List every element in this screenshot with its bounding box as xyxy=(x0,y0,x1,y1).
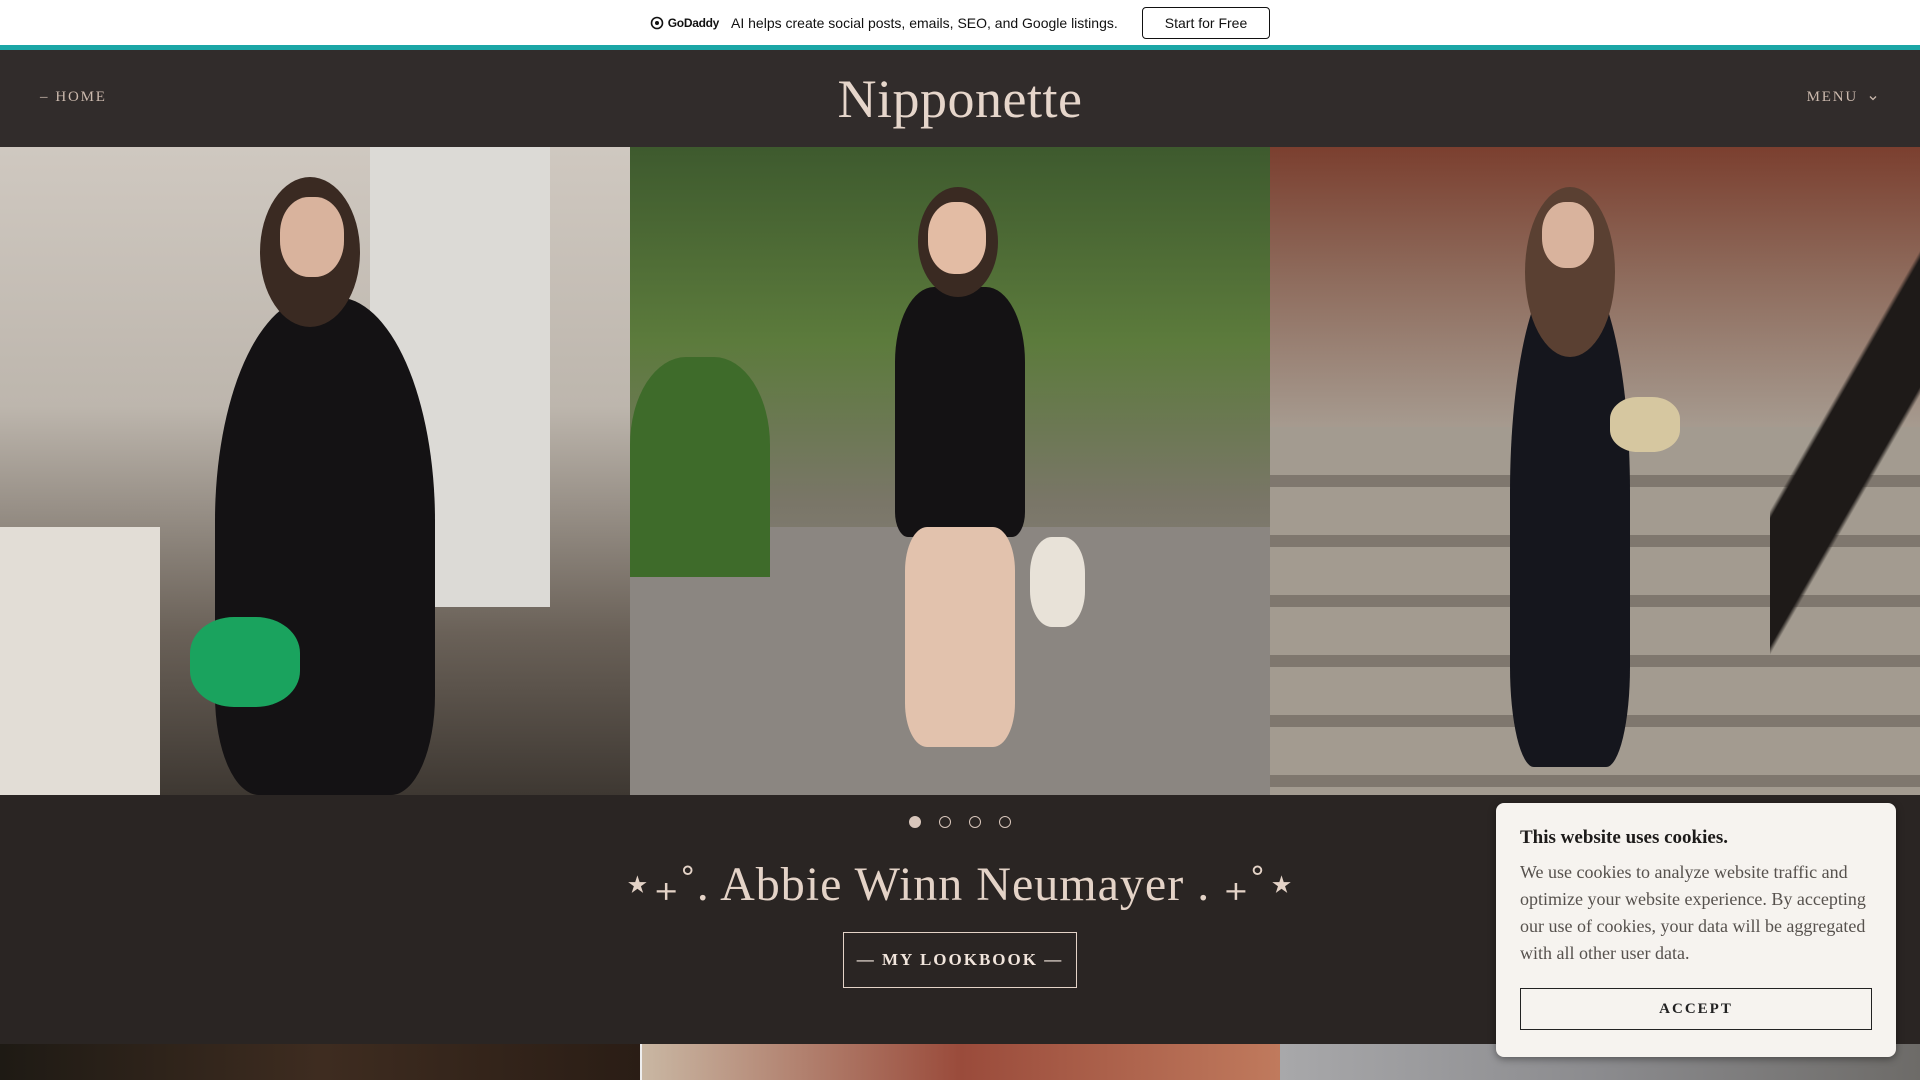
face xyxy=(928,202,986,274)
accept-cookies-button[interactable]: ACCEPT xyxy=(1520,988,1872,1030)
quilted-bag xyxy=(1610,397,1680,452)
start-for-free-button[interactable]: Start for Free xyxy=(1141,6,1271,39)
face xyxy=(1542,202,1594,268)
godaddy-wordmark: GoDaddy xyxy=(667,15,720,30)
black-dress xyxy=(895,287,1025,537)
promo-message: AI helps create social posts, emails, SE… xyxy=(731,14,1118,31)
gallery-preview-photo-2 xyxy=(640,1044,1280,1080)
figure xyxy=(215,297,435,795)
menu-label: MENU xyxy=(1806,89,1858,105)
face xyxy=(280,197,344,277)
hero-slider[interactable] xyxy=(0,147,1920,795)
slide-dot-3[interactable] xyxy=(969,816,981,828)
menu-button[interactable]: MENU xyxy=(1807,89,1878,106)
hero-photo-garden-dress xyxy=(630,147,1270,795)
hero-photo-mirror-selfie xyxy=(0,147,630,795)
godaddy-logo: GoDaddy xyxy=(650,16,719,30)
legs xyxy=(905,527,1015,747)
plant xyxy=(630,357,770,577)
white-bag xyxy=(1030,537,1085,627)
gallery-preview-photo-1 xyxy=(0,1044,640,1080)
cookie-body: We use cookies to analyze website traffi… xyxy=(1520,862,1866,963)
cookie-banner: This website uses cookies. We use cookie… xyxy=(1496,803,1896,1057)
godaddy-icon xyxy=(650,16,664,29)
counter xyxy=(0,527,160,795)
site-title[interactable]: Nipponette xyxy=(0,68,1920,130)
railing xyxy=(1770,147,1920,795)
my-lookbook-button[interactable]: — MY LOOKBOOK — xyxy=(843,932,1077,988)
slide-dot-4[interactable] xyxy=(999,816,1011,828)
site-header: – HOME Nipponette MENU xyxy=(0,50,1920,147)
slide-dot-2[interactable] xyxy=(939,816,951,828)
chevron-down-icon xyxy=(1869,95,1877,100)
cookie-title: This website uses cookies. xyxy=(1520,827,1728,848)
promo-bar: GoDaddy AI helps create social posts, em… xyxy=(0,0,1920,45)
slide-dot-1[interactable] xyxy=(909,816,921,828)
green-bag xyxy=(190,617,300,707)
hero-photo-stairs xyxy=(1270,147,1920,795)
